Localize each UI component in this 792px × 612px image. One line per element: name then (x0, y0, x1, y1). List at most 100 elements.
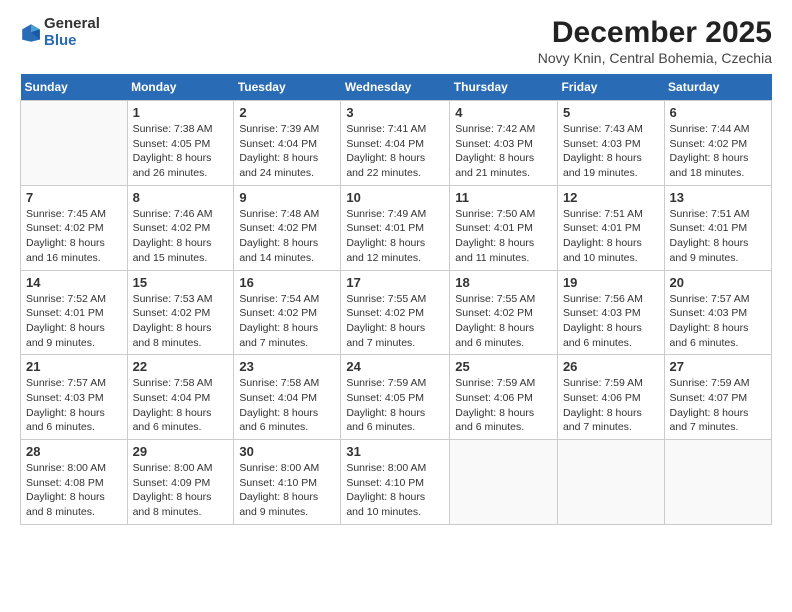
day-detail: Sunrise: 7:42 AMSunset: 4:03 PMDaylight:… (455, 122, 552, 181)
calendar-cell: 6Sunrise: 7:44 AMSunset: 4:02 PMDaylight… (664, 101, 771, 186)
calendar-cell: 29 Sunrise: 8:00 AMSunset: 4:09 PMDayligh… (127, 440, 234, 525)
calendar-cell: 8 Sunrise: 7:46 AMSunset: 4:02 PMDaylight… (127, 185, 234, 270)
day-detail: Sunrise: 7:48 AMSunset: 4:02 PMDaylight:… (239, 207, 335, 266)
day-number: 28 (26, 444, 122, 459)
calendar-cell (21, 101, 128, 186)
calendar-cell: 10 Sunrise: 7:49 AMSunset: 4:01 PMDayligh… (341, 185, 450, 270)
day-number: 31 (346, 444, 444, 459)
day-detail: Sunrise: 7:52 AMSunset: 4:01 PMDaylight:… (26, 292, 122, 351)
day-number: 7 (26, 190, 122, 205)
day-number: 24 (346, 359, 444, 374)
day-detail: Sunrise: 8:00 AMSunset: 4:08 PMDaylight:… (26, 461, 122, 520)
day-header-friday: Friday (557, 74, 664, 101)
calendar-cell: 5 Sunrise: 7:43 AMSunset: 4:03 PMDaylight… (557, 101, 664, 186)
day-number: 21 (26, 359, 122, 374)
calendar-cell: 2 Sunrise: 7:39 AMSunset: 4:04 PMDaylight… (234, 101, 341, 186)
day-header-tuesday: Tuesday (234, 74, 341, 101)
calendar-cell: 11 Sunrise: 7:50 AMSunset: 4:01 PMDayligh… (450, 185, 558, 270)
day-detail: Sunrise: 8:00 AMSunset: 4:09 PMDaylight:… (133, 461, 229, 520)
calendar-cell: 27Sunrise: 7:59 AMSunset: 4:07 PMDayligh… (664, 355, 771, 440)
day-number: 9 (239, 190, 335, 205)
day-number: 1 (133, 105, 229, 120)
calendar-subtitle: Novy Knin, Central Bohemia, Czechia (538, 50, 772, 66)
day-detail: Sunrise: 7:59 AMSunset: 4:07 PMDaylight:… (670, 376, 766, 435)
day-number: 18 (455, 275, 552, 290)
day-detail: Sunrise: 7:53 AMSunset: 4:02 PMDaylight:… (133, 292, 229, 351)
day-number: 20 (670, 275, 766, 290)
day-number: 15 (133, 275, 229, 290)
calendar-cell: 9 Sunrise: 7:48 AMSunset: 4:02 PMDaylight… (234, 185, 341, 270)
calendar-cell: 24 Sunrise: 7:59 AMSunset: 4:05 PMDayligh… (341, 355, 450, 440)
day-number: 14 (26, 275, 122, 290)
day-number: 5 (563, 105, 659, 120)
day-detail: Sunrise: 7:46 AMSunset: 4:02 PMDaylight:… (133, 207, 229, 266)
day-detail: Sunrise: 7:50 AMSunset: 4:01 PMDaylight:… (455, 207, 552, 266)
day-number: 16 (239, 275, 335, 290)
day-number: 8 (133, 190, 229, 205)
day-detail: Sunrise: 7:55 AMSunset: 4:02 PMDaylight:… (455, 292, 552, 351)
day-header-thursday: Thursday (450, 74, 558, 101)
day-number: 13 (670, 190, 766, 205)
calendar-cell: 3 Sunrise: 7:41 AMSunset: 4:04 PMDaylight… (341, 101, 450, 186)
calendar-cell: 17Sunrise: 7:55 AMSunset: 4:02 PMDayligh… (341, 270, 450, 355)
calendar-week-1: 1Sunrise: 7:38 AMSunset: 4:05 PMDaylight… (21, 101, 772, 186)
day-number: 12 (563, 190, 659, 205)
calendar-title: December 2025 (538, 16, 772, 50)
calendar-week-4: 21 Sunrise: 7:57 AMSunset: 4:03 PMDayligh… (21, 355, 772, 440)
calendar-cell: 13 Sunrise: 7:51 AMSunset: 4:01 PMDayligh… (664, 185, 771, 270)
day-detail: Sunrise: 7:41 AMSunset: 4:04 PMDaylight:… (346, 122, 444, 181)
day-detail: Sunrise: 7:59 AMSunset: 4:05 PMDaylight:… (346, 376, 444, 435)
calendar-cell (664, 440, 771, 525)
day-detail: Sunrise: 7:58 AMSunset: 4:04 PMDaylight:… (239, 376, 335, 435)
day-detail: Sunrise: 7:59 AMSunset: 4:06 PMDaylight:… (563, 376, 659, 435)
calendar-cell: 22Sunrise: 7:58 AMSunset: 4:04 PMDayligh… (127, 355, 234, 440)
day-number: 10 (346, 190, 444, 205)
calendar-cell: 16Sunrise: 7:54 AMSunset: 4:02 PMDayligh… (234, 270, 341, 355)
day-detail: Sunrise: 7:57 AMSunset: 4:03 PMDaylight:… (26, 376, 122, 435)
day-detail: Sunrise: 7:51 AMSunset: 4:01 PMDaylight:… (670, 207, 766, 266)
day-number: 29 (133, 444, 229, 459)
calendar-week-3: 14 Sunrise: 7:52 AMSunset: 4:01 PMDayligh… (21, 270, 772, 355)
calendar-cell: 18 Sunrise: 7:55 AMSunset: 4:02 PMDayligh… (450, 270, 558, 355)
day-number: 19 (563, 275, 659, 290)
calendar-cell: 25Sunrise: 7:59 AMSunset: 4:06 PMDayligh… (450, 355, 558, 440)
day-detail: Sunrise: 7:44 AMSunset: 4:02 PMDaylight:… (670, 122, 766, 181)
page-header: General Blue December 2025 Novy Knin, Ce… (20, 16, 772, 66)
calendar-cell: 1Sunrise: 7:38 AMSunset: 4:05 PMDaylight… (127, 101, 234, 186)
day-number: 22 (133, 359, 229, 374)
logo-text: General Blue (44, 16, 100, 49)
calendar-header: SundayMondayTuesdayWednesdayThursdayFrid… (21, 74, 772, 101)
day-header-wednesday: Wednesday (341, 74, 450, 101)
calendar-cell: 20Sunrise: 7:57 AMSunset: 4:03 PMDayligh… (664, 270, 771, 355)
calendar-week-2: 7Sunrise: 7:45 AMSunset: 4:02 PMDaylight… (21, 185, 772, 270)
calendar-body: 1Sunrise: 7:38 AMSunset: 4:05 PMDaylight… (21, 101, 772, 525)
header-row: SundayMondayTuesdayWednesdayThursdayFrid… (21, 74, 772, 101)
calendar-cell: 19Sunrise: 7:56 AMSunset: 4:03 PMDayligh… (557, 270, 664, 355)
calendar-cell: 21 Sunrise: 7:57 AMSunset: 4:03 PMDayligh… (21, 355, 128, 440)
day-number: 26 (563, 359, 659, 374)
logo: General Blue (20, 16, 100, 49)
day-number: 25 (455, 359, 552, 374)
day-detail: Sunrise: 8:00 AMSunset: 4:10 PMDaylight:… (239, 461, 335, 520)
day-number: 23 (239, 359, 335, 374)
day-number: 3 (346, 105, 444, 120)
calendar-cell: 31Sunrise: 8:00 AMSunset: 4:10 PMDayligh… (341, 440, 450, 525)
day-detail: Sunrise: 7:49 AMSunset: 4:01 PMDaylight:… (346, 207, 444, 266)
calendar-cell: 26 Sunrise: 7:59 AMSunset: 4:06 PMDayligh… (557, 355, 664, 440)
day-header-sunday: Sunday (21, 74, 128, 101)
day-detail: Sunrise: 7:55 AMSunset: 4:02 PMDaylight:… (346, 292, 444, 351)
calendar-cell: 14 Sunrise: 7:52 AMSunset: 4:01 PMDayligh… (21, 270, 128, 355)
day-detail: Sunrise: 7:43 AMSunset: 4:03 PMDaylight:… (563, 122, 659, 181)
calendar-cell (557, 440, 664, 525)
calendar-cell: 4 Sunrise: 7:42 AMSunset: 4:03 PMDaylight… (450, 101, 558, 186)
calendar-cell: 28 Sunrise: 8:00 AMSunset: 4:08 PMDayligh… (21, 440, 128, 525)
calendar-cell: 15 Sunrise: 7:53 AMSunset: 4:02 PMDayligh… (127, 270, 234, 355)
day-detail: Sunrise: 7:39 AMSunset: 4:04 PMDaylight:… (239, 122, 335, 181)
day-number: 2 (239, 105, 335, 120)
calendar-cell: 30Sunrise: 8:00 AMSunset: 4:10 PMDayligh… (234, 440, 341, 525)
calendar-cell: 23 Sunrise: 7:58 AMSunset: 4:04 PMDayligh… (234, 355, 341, 440)
day-number: 11 (455, 190, 552, 205)
day-number: 4 (455, 105, 552, 120)
calendar-cell (450, 440, 558, 525)
calendar-table: SundayMondayTuesdayWednesdayThursdayFrid… (20, 74, 772, 525)
